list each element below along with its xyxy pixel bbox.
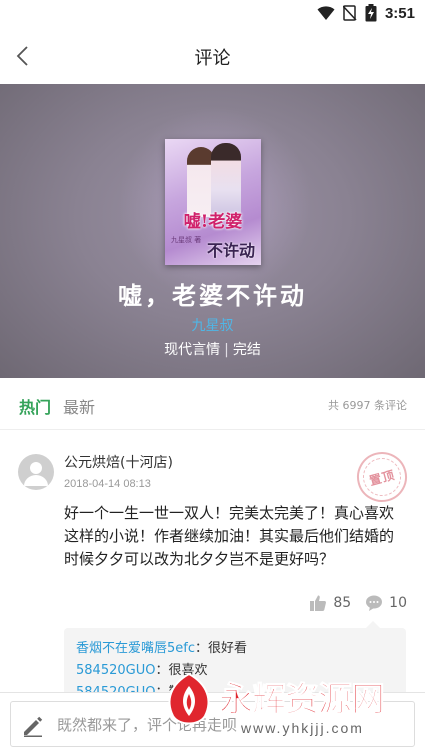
tab-hot[interactable]: 热门 bbox=[19, 394, 51, 418]
comment-username[interactable]: 公元烘焙(十河店) bbox=[64, 452, 173, 472]
book-title: 嘘，老婆不许动 bbox=[118, 282, 307, 310]
reply-count: 10 bbox=[389, 595, 407, 611]
like-count: 85 bbox=[333, 595, 352, 611]
comment-input[interactable] bbox=[57, 712, 347, 738]
wifi-icon bbox=[317, 6, 335, 20]
reply-username[interactable]: 584520GUO bbox=[76, 663, 155, 678]
nav-bar: 评论 bbox=[0, 28, 425, 84]
like-button[interactable]: 85 bbox=[309, 594, 351, 612]
book-header: 嘘!老婆 九星叔 著 不许动 嘘，老婆不许动 九星叔 现代言情 | 完结 bbox=[0, 84, 425, 378]
cover-figure-male bbox=[211, 143, 241, 221]
cover-title-line1: 嘘!老婆 bbox=[183, 212, 243, 232]
book-meta: 现代言情 | 完结 bbox=[0, 339, 425, 359]
comment-time: 2018-04-14 08:13 bbox=[64, 478, 151, 490]
comment-item: 公元烘焙(十河店) 2018-04-14 08:13 置顶 好一个一生一世一双人… bbox=[0, 440, 425, 710]
meta-separator: | bbox=[224, 342, 229, 358]
book-status: 完结 bbox=[232, 342, 261, 358]
book-cover[interactable]: 嘘!老婆 九星叔 著 不许动 bbox=[165, 139, 261, 265]
pinned-stamp-text: 置顶 bbox=[367, 467, 397, 489]
comment-input-box[interactable] bbox=[10, 701, 415, 747]
reply-item: 584520GUO：很喜欢 bbox=[76, 663, 208, 678]
reply-text: 很喜欢 bbox=[168, 663, 208, 678]
thumbs-up-icon bbox=[310, 595, 327, 611]
user-avatar-icon bbox=[24, 462, 48, 486]
battery-charging-icon bbox=[365, 4, 377, 22]
status-bar: 3:51 bbox=[0, 0, 425, 28]
book-author-link[interactable]: 九星叔 bbox=[0, 315, 425, 335]
comment-bubble-icon bbox=[366, 595, 383, 611]
reply-username[interactable]: 香烟不在爱嘴唇5efc bbox=[76, 641, 195, 656]
reply-item: 香烟不在爱嘴唇5efc：很好看 bbox=[76, 641, 248, 656]
comment-tabs: 热门 最新 共 6997 条评论 bbox=[0, 378, 425, 430]
status-icons: 3:51 bbox=[317, 4, 415, 22]
tab-latest[interactable]: 最新 bbox=[63, 394, 95, 418]
pen-icon bbox=[24, 716, 43, 737]
comment-body: 好一个一生一世一双人！完美太完美了！真心喜欢这样的小说！作者继续加油！其实最后他… bbox=[64, 504, 395, 568]
comment-input-bar bbox=[0, 692, 425, 755]
book-category: 现代言情 bbox=[164, 342, 221, 358]
cover-subtitle: 九星叔 著 bbox=[171, 236, 202, 244]
cover-title-line2: 不许动 bbox=[206, 241, 255, 260]
comment-actions: 85 10 bbox=[309, 594, 407, 612]
reply-text: 很好看 bbox=[208, 641, 248, 656]
no-signal-icon bbox=[342, 5, 357, 21]
status-time: 3:51 bbox=[384, 4, 415, 22]
reply-button[interactable]: 10 bbox=[365, 594, 407, 612]
page-title: 评论 bbox=[194, 48, 231, 69]
comment-count: 共 6997 条评论 bbox=[328, 399, 407, 412]
avatar[interactable] bbox=[18, 454, 54, 490]
pinned-stamp: 置顶 bbox=[351, 446, 413, 508]
